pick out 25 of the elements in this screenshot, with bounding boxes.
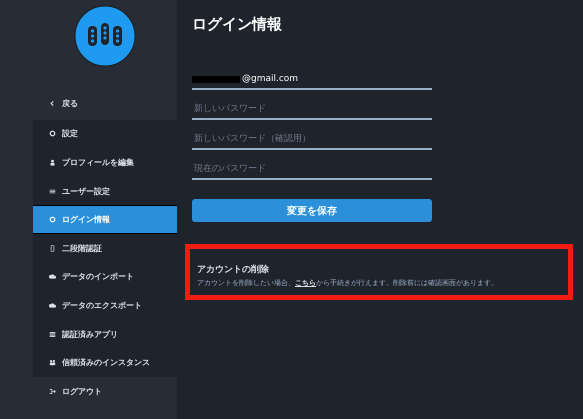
sidebar-item[interactable]: ログアウト [33,376,177,406]
page-title: ログイン情報 [192,15,282,34]
password-field[interactable]: 現在のパスワード [192,152,432,180]
cloud-icon [49,302,56,309]
sidebar-item[interactable]: プロフィールを編集 [33,148,177,177]
sidebar-item[interactable]: 設定 [33,120,177,148]
person-icon [49,158,56,166]
sidebar-item[interactable]: データのエクスポート [33,291,177,320]
sidebar-item[interactable]: データのインポート [33,262,177,292]
sidebar-item[interactable]: 二段階認証 [33,234,177,263]
list-icon [49,330,56,338]
section-title: アカウントの削除 [197,263,269,276]
sidebar-item[interactable]: 認証済みアプリ [33,320,177,348]
app-logo [74,5,136,67]
phone-icon [49,244,56,252]
people-icon [49,359,56,366]
password-field[interactable]: 新しいパスワード [192,92,432,120]
sidebar-item[interactable]: 信頼済みのインスタンス [33,348,177,377]
password-field[interactable]: 新しいパスワード（確認用） [192,122,432,150]
exit-icon [49,388,56,395]
email-field[interactable]: @gmail.com [192,62,432,90]
cloud-icon [49,273,56,280]
chevron-left-icon [49,100,56,107]
sidebar-item[interactable]: 戻る [33,89,177,118]
sidebar-item[interactable]: ユーザー設定 [33,176,177,206]
